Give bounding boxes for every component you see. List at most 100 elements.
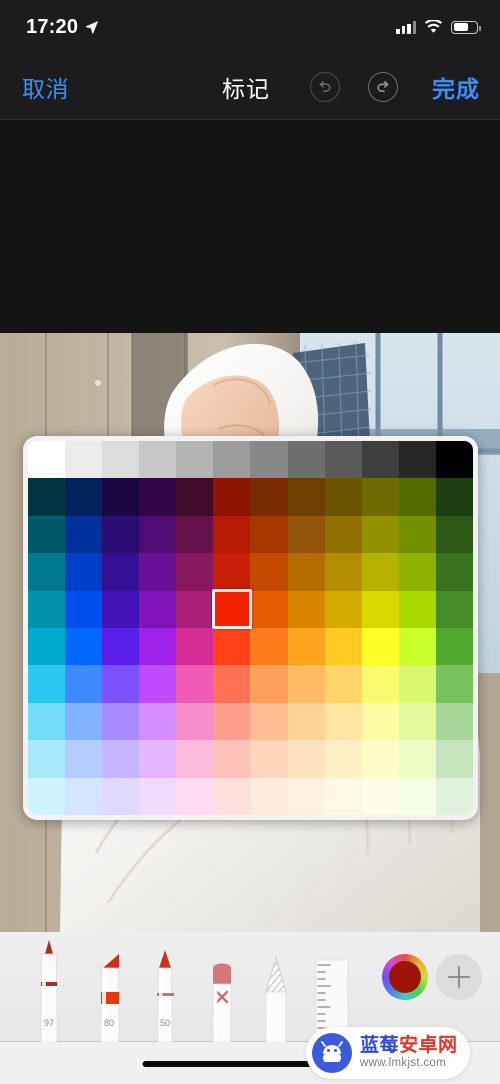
color-swatch[interactable] (65, 702, 103, 741)
color-swatch[interactable] (287, 553, 325, 591)
color-swatch[interactable] (250, 627, 288, 666)
color-swatch[interactable] (398, 553, 436, 591)
color-swatch[interactable] (176, 702, 214, 741)
highlighter-tool[interactable]: 80 (85, 946, 133, 1042)
color-swatch[interactable] (102, 478, 140, 516)
cancel-button[interactable]: 取消 (22, 70, 69, 104)
color-swatch[interactable] (398, 478, 436, 516)
color-swatch[interactable] (287, 478, 325, 516)
color-swatch[interactable] (361, 515, 399, 554)
color-swatch[interactable] (65, 441, 103, 479)
color-swatch[interactable] (324, 740, 362, 778)
color-swatch[interactable] (361, 478, 399, 516)
color-swatch[interactable] (250, 740, 288, 778)
color-swatch[interactable] (287, 777, 325, 815)
color-swatch[interactable] (250, 553, 288, 591)
color-swatch[interactable] (287, 590, 325, 628)
color-swatch[interactable] (65, 777, 103, 815)
color-swatch[interactable] (213, 590, 251, 628)
color-swatch[interactable] (213, 777, 251, 815)
color-swatch[interactable] (250, 478, 288, 516)
color-swatch[interactable] (102, 665, 140, 703)
color-swatch[interactable] (102, 627, 140, 666)
color-swatch[interactable] (65, 740, 103, 778)
color-swatch[interactable] (176, 665, 214, 703)
color-swatch[interactable] (361, 740, 399, 778)
color-swatch[interactable] (102, 702, 140, 741)
color-swatch[interactable] (398, 665, 436, 703)
color-swatch[interactable] (139, 590, 177, 628)
color-swatch[interactable] (65, 478, 103, 516)
color-swatch[interactable] (398, 702, 436, 741)
color-swatch[interactable] (361, 590, 399, 628)
color-swatch[interactable] (176, 441, 214, 479)
color-swatch[interactable] (65, 665, 103, 703)
color-swatch[interactable] (324, 590, 362, 628)
color-wheel-button[interactable] (382, 954, 428, 1000)
color-swatch[interactable] (28, 553, 66, 591)
color-swatch[interactable] (213, 515, 251, 554)
add-color-button[interactable] (436, 954, 482, 1000)
color-swatch[interactable] (324, 777, 362, 815)
color-swatch[interactable] (28, 441, 66, 479)
color-swatch[interactable] (139, 665, 177, 703)
color-swatch[interactable] (287, 441, 325, 479)
color-swatch[interactable] (287, 627, 325, 666)
color-swatch[interactable] (435, 478, 473, 516)
pencil-tool[interactable]: 50 (144, 946, 186, 1042)
color-swatch[interactable] (102, 553, 140, 591)
color-swatch[interactable] (361, 665, 399, 703)
color-swatch[interactable] (250, 515, 288, 554)
color-swatch[interactable] (324, 478, 362, 516)
undo-button[interactable] (310, 71, 340, 102)
color-swatch[interactable] (250, 665, 288, 703)
color-swatch[interactable] (65, 627, 103, 666)
color-swatch[interactable] (250, 590, 288, 628)
color-swatch[interactable] (213, 665, 251, 703)
color-swatch[interactable] (398, 627, 436, 666)
color-swatch[interactable] (102, 740, 140, 778)
color-swatch[interactable] (102, 777, 140, 815)
color-swatch[interactable] (398, 441, 436, 479)
color-swatch[interactable] (139, 740, 177, 778)
color-swatch[interactable] (361, 627, 399, 666)
color-swatch[interactable] (213, 478, 251, 516)
color-swatch[interactable] (213, 553, 251, 591)
color-swatch[interactable] (435, 515, 473, 554)
color-swatch[interactable] (139, 441, 177, 479)
color-swatch[interactable] (398, 777, 436, 815)
color-swatch-grid[interactable] (28, 441, 473, 815)
color-swatch[interactable] (28, 665, 66, 703)
color-swatch[interactable] (435, 441, 473, 479)
pen-tool[interactable]: 97 (28, 938, 70, 1042)
eraser-tool[interactable] (200, 954, 244, 1042)
redo-button[interactable] (368, 71, 398, 102)
color-swatch[interactable] (250, 702, 288, 741)
color-swatch[interactable] (176, 478, 214, 516)
color-swatch[interactable] (139, 702, 177, 741)
color-swatch[interactable] (28, 702, 66, 741)
color-swatch[interactable] (324, 553, 362, 591)
color-swatch[interactable] (361, 553, 399, 591)
color-swatch[interactable] (435, 702, 473, 741)
color-swatch[interactable] (102, 515, 140, 554)
color-swatch[interactable] (65, 515, 103, 554)
color-swatch[interactable] (65, 590, 103, 628)
color-swatch[interactable] (435, 665, 473, 703)
color-swatch[interactable] (176, 740, 214, 778)
done-button[interactable]: 完成 (432, 70, 480, 104)
color-swatch[interactable] (139, 627, 177, 666)
color-swatch[interactable] (176, 627, 214, 666)
color-swatch[interactable] (28, 515, 66, 554)
color-swatch[interactable] (28, 777, 66, 815)
color-swatch[interactable] (361, 777, 399, 815)
color-swatch[interactable] (213, 702, 251, 741)
color-swatch[interactable] (28, 627, 66, 666)
color-swatch[interactable] (324, 441, 362, 479)
color-swatch[interactable] (361, 441, 399, 479)
color-swatch[interactable] (287, 702, 325, 741)
color-swatch[interactable] (176, 515, 214, 554)
color-swatch[interactable] (28, 478, 66, 516)
color-swatch[interactable] (176, 777, 214, 815)
color-palette-popup[interactable] (23, 436, 478, 820)
